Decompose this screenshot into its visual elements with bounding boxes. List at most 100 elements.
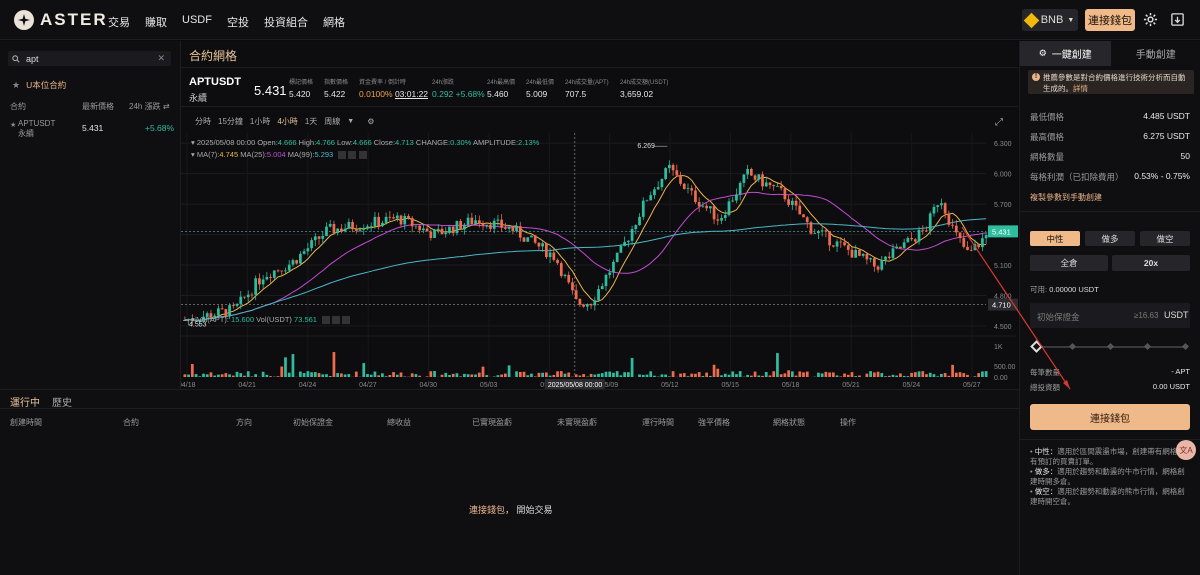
volume-bar	[313, 372, 317, 377]
nav-item-airdrop[interactable]: 空投	[227, 14, 249, 30]
stat-index-price: 指數價格 5.422	[324, 77, 348, 99]
volume-bar	[235, 371, 239, 377]
volume-bar	[205, 374, 209, 377]
settings-toggle-icon[interactable]	[332, 316, 341, 325]
volume-bar	[265, 374, 269, 377]
volume-bar	[671, 371, 675, 377]
x-tick-label: 04/21	[238, 382, 256, 389]
volume-bar	[202, 373, 205, 377]
market-row[interactable]: ★ APTUSDT 永續 5.431 +5.68%	[0, 117, 180, 139]
slider-step-75[interactable]	[1143, 342, 1152, 351]
connect-wallet-button[interactable]: 連接錢包	[1085, 9, 1135, 31]
mode-long[interactable]: 做多	[1085, 231, 1135, 246]
candle	[530, 235, 533, 238]
warning-icon: !	[1032, 73, 1040, 81]
candle	[593, 300, 597, 306]
volume-bar	[880, 373, 884, 377]
nav-item-earn[interactable]: 賺取	[145, 14, 167, 30]
annotation-arrow	[961, 226, 1071, 390]
tab-manual-create[interactable]: 手動創建	[1111, 41, 1200, 66]
price-chart[interactable]: 6.3006.0005.7005.4005.1004.8004.50004/18…	[181, 131, 1018, 389]
volume-bar	[910, 372, 913, 377]
volume-bar	[310, 372, 313, 377]
candle	[459, 221, 463, 230]
col-contract[interactable]: 合約	[10, 101, 26, 112]
filter-usdm[interactable]: ★ U本位合約	[12, 79, 66, 91]
favorite-star-icon[interactable]: ★	[10, 121, 16, 129]
candle	[269, 276, 272, 278]
candle	[485, 224, 489, 226]
candle	[325, 226, 328, 236]
tab-running[interactable]: 運行中	[10, 394, 40, 409]
tab-auto-create[interactable]: ⚙ 一鍵創建	[1020, 41, 1111, 66]
more-timeframes-icon[interactable]: ▼	[347, 118, 354, 125]
create-connect-wallet-button[interactable]: 連接錢包	[1030, 404, 1190, 430]
price-tick-label: 6.300	[994, 141, 1012, 148]
tf-time[interactable]: 分時	[195, 116, 211, 127]
nav-item-usdf[interactable]: USDF	[182, 14, 212, 30]
network-selector[interactable]: BNB ▼	[1022, 9, 1078, 31]
col-change[interactable]: 24h 漲跌 ⇄	[129, 101, 170, 112]
leverage-selector[interactable]: 20x	[1112, 255, 1190, 271]
collapse-icon[interactable]: ▾	[191, 138, 195, 147]
settings-gear-icon[interactable]	[1143, 12, 1158, 27]
fullscreen-icon[interactable]: ⤢	[995, 117, 1003, 128]
candle	[653, 189, 656, 196]
candle	[287, 264, 291, 271]
volume-bar	[731, 371, 735, 377]
candle	[589, 304, 593, 306]
col-price[interactable]: 最新價格	[82, 101, 114, 112]
tf-week[interactable]: 周線	[324, 116, 340, 127]
translate-icon[interactable]: 文A	[1176, 440, 1196, 460]
volume-bar	[425, 376, 429, 377]
ticker-symbol[interactable]: APTUSDT	[189, 76, 241, 88]
robot-icon: ⚙	[1038, 48, 1047, 58]
candle	[533, 235, 537, 243]
volume-bar	[884, 376, 887, 377]
candle	[500, 219, 504, 228]
nav-item-portfolio[interactable]: 投資組合	[264, 14, 308, 30]
volume-bar	[347, 374, 351, 377]
volume-bar	[727, 374, 731, 377]
notice-details-link[interactable]: 詳情	[1073, 84, 1088, 93]
settings-toggle-icon[interactable]	[348, 151, 357, 160]
volume-bar	[690, 373, 694, 377]
candle	[623, 242, 626, 246]
tab-history[interactable]: 歷史	[52, 394, 72, 409]
candle	[291, 260, 295, 265]
search-input[interactable]: apt	[26, 54, 39, 64]
tf-1d[interactable]: 1天	[305, 116, 317, 127]
collapse-icon[interactable]: ▾	[191, 150, 195, 159]
remove-toggle-icon[interactable]	[342, 316, 351, 325]
export-icon[interactable]	[1170, 12, 1185, 27]
clear-search-icon[interactable]: ✕	[157, 53, 165, 64]
remove-toggle-icon[interactable]	[358, 151, 367, 160]
candle	[884, 256, 887, 260]
funding-countdown: 03:01:22	[394, 89, 429, 99]
slider-step-100[interactable]	[1181, 342, 1190, 351]
x-tick-label: 04/24	[299, 382, 317, 389]
slider-step-50[interactable]	[1106, 342, 1115, 351]
volume-bar	[284, 357, 287, 377]
copy-params-link[interactable]: 複製參數到手動創建	[1030, 192, 1102, 203]
candle	[779, 185, 783, 189]
candle	[243, 296, 246, 298]
indicator-settings-icon[interactable]: ⚙	[367, 117, 374, 126]
tf-15m[interactable]: 15分鐘	[218, 116, 243, 127]
collapse-icon[interactable]: ▾	[191, 315, 195, 324]
market-search[interactable]: apt ✕	[8, 51, 171, 66]
empty-connect-link[interactable]: 連接錢包	[469, 505, 505, 515]
visibility-toggle-icon[interactable]	[338, 151, 347, 160]
tf-1h[interactable]: 1小時	[250, 116, 270, 127]
row-type: 永續	[18, 129, 34, 138]
visibility-toggle-icon[interactable]	[322, 316, 331, 325]
tf-4h[interactable]: 4小時	[277, 116, 297, 127]
volume-bar	[239, 373, 243, 377]
nav-item-grid[interactable]: 網格	[323, 14, 345, 30]
stat-label: 24h成交量(APT)	[565, 80, 609, 86]
stat-value: 5.009	[526, 89, 548, 99]
candle	[578, 299, 582, 305]
mode-short[interactable]: 做空	[1140, 231, 1190, 246]
logo[interactable]: ASTER	[14, 10, 108, 30]
nav-item-trade[interactable]: 交易	[108, 14, 130, 30]
